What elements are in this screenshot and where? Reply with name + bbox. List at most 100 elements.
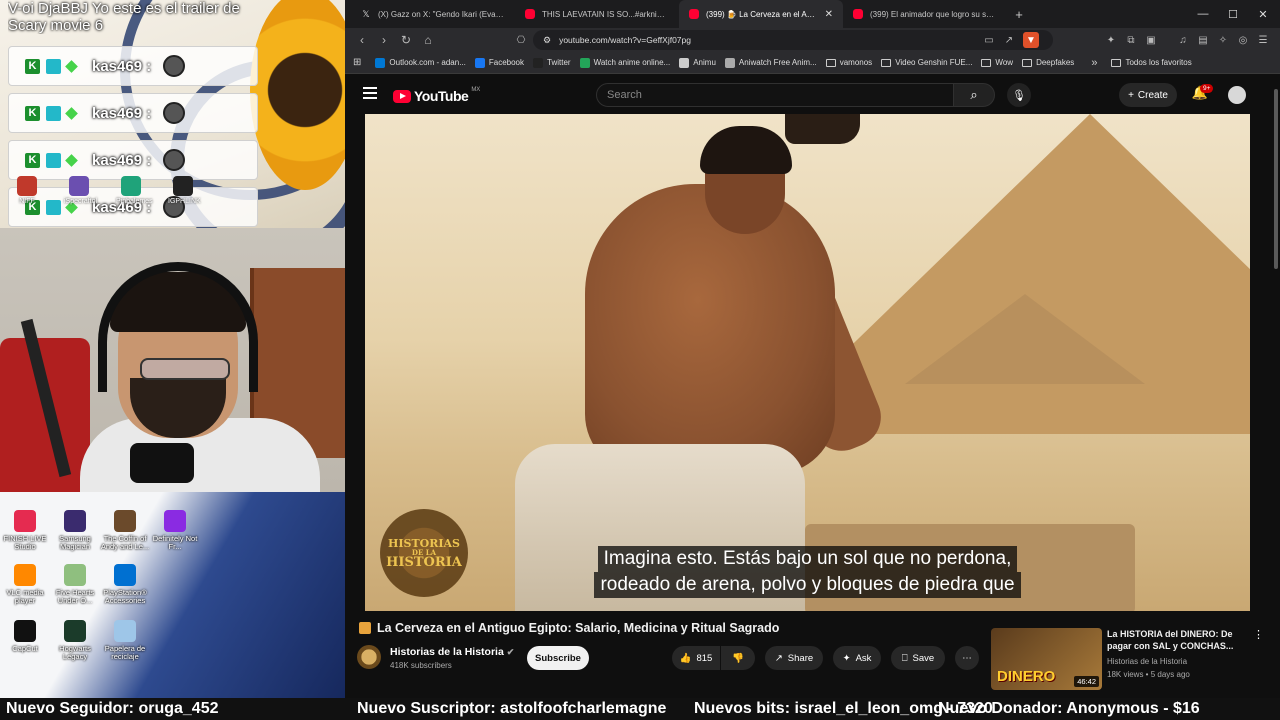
sunflower-decoration (250, 0, 357, 190)
channel-avatar[interactable] (357, 645, 381, 669)
minimize-button[interactable]: — (1188, 0, 1218, 28)
all-bookmarks-link[interactable]: Todos los favoritos (1111, 58, 1192, 67)
desktop-icon[interactable]: The Coffin of Andy and Le... (100, 510, 150, 551)
folder-icon (1022, 58, 1033, 67)
share-page-icon[interactable]: ↗ (1001, 32, 1017, 48)
hamburger-menu-icon[interactable] (363, 87, 377, 99)
back-arrow-icon[interactable]: ‹ (351, 29, 373, 51)
desktop-shortcut[interactable]: iSpecraftol (64, 176, 97, 205)
app-icon (173, 176, 193, 196)
desktop-shortcut[interactable]: NIFF (12, 176, 42, 205)
like-button[interactable]: 👍 815 (672, 646, 720, 670)
desktop-icon[interactable]: PlayStation® Accessories (100, 564, 150, 605)
desktop-icon[interactable]: Samsung Magician (50, 510, 100, 551)
screen: V-oi DjaBBJ Yo este es el trailer de Sca… (0, 0, 1280, 720)
bookmarks-bar: ⊞ Outlook.com - adan... Facebook Twitter Wa… (345, 52, 1280, 74)
bookmark-item[interactable]: vamonos (825, 58, 872, 67)
share-button[interactable]: ↗ Share (765, 646, 823, 670)
notification-count-badge: 9+ (1200, 84, 1214, 93)
folder-icon (881, 58, 892, 67)
new-tab-button[interactable]: + (1007, 7, 1031, 22)
maximize-button[interactable]: ☐ (1218, 0, 1248, 28)
desktop-shortcut[interactable]: Pinbalemes (116, 176, 153, 205)
vpn-icon[interactable]: ◎ (1235, 32, 1251, 48)
ticker-follower: Nuevo Seguidor: oruga_452 (6, 700, 219, 717)
browser-tab[interactable]: 𝕏(X) Gazz on X: "Gendo Ikari (Evangeli..… (351, 0, 515, 28)
sub-badge-icon (46, 58, 61, 74)
desktop-icon[interactable]: CapCut (0, 620, 50, 653)
site-info-icon[interactable]: ⚙ (543, 35, 551, 46)
bookmark-item[interactable]: Deepfakes (1022, 58, 1074, 67)
stream-overlay-panel: V-oi DjaBBJ Yo este es el trailer de Sca… (0, 0, 357, 698)
sub-badge-icon (46, 152, 61, 168)
desktop-icon[interactable]: Papelera de reciclaje (100, 620, 150, 661)
page-scrollbar[interactable] (1274, 89, 1278, 269)
bookmark-item[interactable]: Wow (981, 58, 1013, 67)
youtube-search-input[interactable]: Search (596, 83, 954, 107)
url-field[interactable]: ⚙ youtube.com/watch?v=GeffXjf07pg (533, 30, 1053, 50)
desktop-icon[interactable]: VLC media player (0, 564, 50, 605)
video-player[interactable]: HISTORIAS DE LA HISTORIA Imagina esto. E… (365, 114, 1250, 611)
subscriber-count: 418K subscribers (390, 661, 452, 670)
desktop-icon[interactable]: Hogwarts Legacy (50, 620, 100, 661)
ask-button[interactable]: ✦ Ask (833, 646, 881, 670)
recommended-meta: 18K views • 5 days ago (1107, 670, 1190, 679)
more-bookmarks-icon[interactable]: » (1091, 57, 1097, 69)
extensions-icon[interactable]: ✦ (1103, 32, 1119, 48)
app-icon (64, 620, 86, 642)
subscribe-button[interactable]: Subscribe (527, 646, 589, 670)
close-tab-icon[interactable]: ✕ (825, 9, 833, 20)
home-icon[interactable]: ⌂ (417, 29, 439, 51)
account-avatar[interactable] (1228, 86, 1246, 104)
browser-tab[interactable]: THIS LAEVATAIN IS SO...#arknightsen (515, 0, 679, 28)
tab-bar: 𝕏(X) Gazz on X: "Gendo Ikari (Evangeli..… (345, 0, 1280, 28)
menu-icon[interactable]: ☰ (1255, 32, 1271, 48)
more-actions-button[interactable]: ⋯ (955, 646, 979, 670)
wallet-icon[interactable]: ▣ (1143, 32, 1159, 48)
sidebar-icon[interactable]: ▤ (1195, 32, 1211, 48)
desktop-icon[interactable]: Five Hearts Under O... (50, 564, 100, 605)
bookmark-icon[interactable]: ⎔ (513, 32, 529, 48)
recommended-video[interactable]: DINERO 46:42 La HISTORIA del DINERO: De … (991, 628, 1276, 698)
bookmark-item[interactable]: Watch anime online... (579, 57, 670, 68)
desktop-icon[interactable]: FINISH LIVE Studio (0, 510, 50, 551)
voice-search-icon[interactable]: 🎙 (1007, 83, 1031, 107)
leo-icon[interactable]: ✧ (1215, 32, 1231, 48)
bookmark-item[interactable]: Outlook.com - adan... (375, 57, 466, 68)
recommended-thumbnail[interactable]: DINERO 46:42 (991, 628, 1102, 690)
bookmark-item[interactable]: Aniwatch Free Anim... (724, 57, 817, 68)
reload-icon[interactable]: ↻ (395, 29, 417, 51)
video-title: La Cerveza en el Antiguo Egipto: Salario… (359, 621, 979, 635)
browser-tab[interactable]: (399) 🍺 La Cerveza en el Antigu ✕ (679, 0, 843, 28)
create-button[interactable]: + Create (1119, 83, 1177, 107)
app-icon (14, 564, 36, 586)
bookmark-item[interactable]: Twitter (533, 57, 571, 68)
youtube-logo[interactable]: YouTube MX (393, 87, 480, 104)
close-window-button[interactable]: ✕ (1248, 0, 1278, 28)
kick-badge-icon: K (25, 58, 40, 74)
channel-name[interactable]: Historias de la Historia ✔ (390, 646, 514, 658)
search-icon[interactable]: ⌕ (953, 83, 995, 107)
ticker-subscriber: Nuevo Suscriptor: astolfoofcharlemagne (357, 700, 667, 717)
desktop-shortcut[interactable]: IGPHLINK (168, 176, 201, 205)
bookmark-item[interactable]: Facebook (474, 57, 524, 68)
apps-grid-icon[interactable]: ⊞ (353, 57, 361, 68)
more-vertical-icon[interactable]: ⋮ (1253, 628, 1264, 641)
app-icon (114, 564, 136, 586)
save-button[interactable]: ⎕ Save (891, 646, 945, 670)
bookmark-item[interactable]: Video Genshin FUE... (881, 58, 972, 67)
browser-tab[interactable]: (399) El animador que logro su sueño (843, 0, 1007, 28)
forward-arrow-icon[interactable]: › (373, 29, 395, 51)
folder-icon (825, 58, 836, 67)
desktop-icon[interactable]: Definitely Not Fr... (150, 510, 200, 551)
recommended-channel[interactable]: Historias de la Historia (1107, 657, 1187, 666)
brave-shield-icon[interactable]: ▼ (1023, 32, 1039, 48)
puzzle-icon[interactable]: ⧉ (1123, 32, 1139, 48)
screen-icon[interactable]: ▭ (981, 32, 997, 48)
thumbs-up-icon: 👍 (679, 652, 692, 664)
music-icon[interactable]: ♫ (1175, 32, 1191, 48)
dislike-button[interactable]: 👎 (721, 646, 755, 670)
bookmark-item[interactable]: Animu (679, 57, 716, 68)
thumbs-down-icon: 👎 (732, 652, 744, 664)
recommended-title[interactable]: La HISTORIA del DINERO: De pagar con SAL… (1107, 628, 1252, 652)
